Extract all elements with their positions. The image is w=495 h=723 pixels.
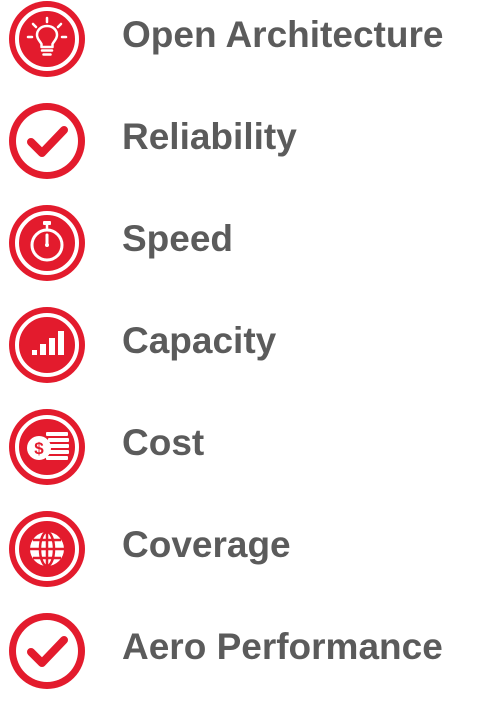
feature-item-open-architecture: Open Architecture (4, 0, 492, 77)
checkmark-icon (6, 100, 88, 182)
feature-label: Speed (122, 218, 234, 259)
lightbulb-icon (6, 0, 88, 80)
feature-label: Capacity (122, 320, 277, 361)
feature-list: Open Architecture Reliability Speed Capa… (0, 0, 495, 723)
feature-item-aero-performance: Aero Performance (4, 604, 492, 689)
dollar-coins-icon: $ (6, 406, 88, 488)
feature-label: Cost (122, 422, 205, 463)
feature-label: Aero Performance (122, 626, 443, 667)
svg-text:$: $ (34, 439, 44, 458)
feature-item-cost: $ Cost (4, 400, 492, 485)
feature-label: Coverage (122, 524, 291, 565)
feature-item-speed: Speed (4, 196, 492, 281)
feature-item-reliability: Reliability (4, 94, 492, 179)
feature-item-capacity: Capacity (4, 298, 492, 383)
feature-label: Open Architecture (122, 14, 444, 55)
bar-chart-icon (6, 304, 88, 386)
feature-label: Reliability (122, 116, 297, 157)
feature-item-coverage: Coverage (4, 502, 492, 587)
stopwatch-icon (6, 202, 88, 284)
checkmark-icon (6, 610, 88, 692)
globe-icon (6, 508, 88, 590)
